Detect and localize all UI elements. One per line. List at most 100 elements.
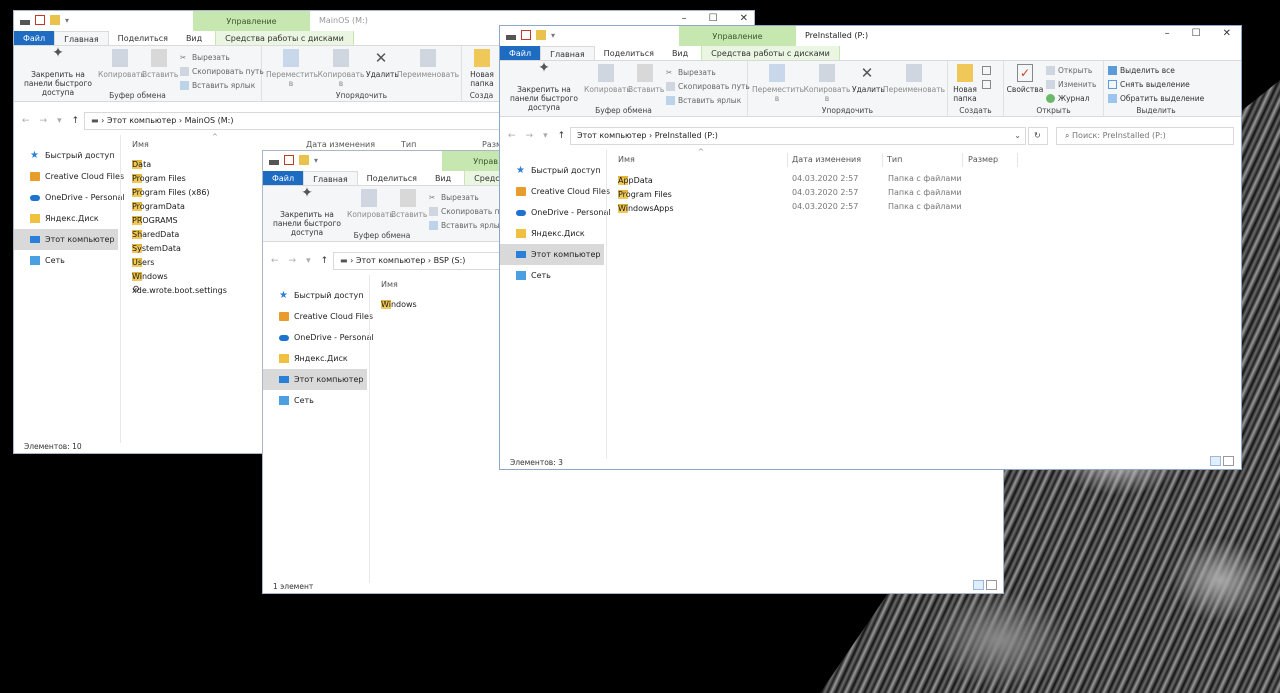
pane-divider[interactable] — [369, 275, 370, 583]
close-icon[interactable]: ✕ — [1223, 28, 1231, 39]
large-icons-view-icon[interactable] — [1223, 456, 1234, 466]
table-row[interactable]: Program Files 04.03.2020 2:57 Папка с фа… — [618, 186, 978, 200]
new-folder-button[interactable]: Новая папка — [950, 64, 980, 103]
nav-item-yandex-disk[interactable]: Яндекс.Диск — [14, 208, 118, 229]
delete-button[interactable]: ✕ Удалить — [366, 49, 399, 79]
pane-divider[interactable] — [606, 150, 607, 459]
new-folder-icon[interactable] — [299, 155, 309, 165]
copy-path-button[interactable]: Скопировать путь — [666, 82, 750, 91]
cut-button[interactable]: ✂ Вырезать — [666, 68, 716, 77]
column-name[interactable]: Имя — [381, 280, 398, 289]
nav-item-creative-cloud[interactable]: Creative Cloud Files — [500, 181, 610, 202]
back-icon[interactable]: ← — [271, 256, 279, 266]
minimize-icon[interactable]: – — [1165, 28, 1170, 39]
tab-file[interactable]: Файл — [14, 31, 55, 45]
column-date[interactable]: Дата изменения — [792, 155, 861, 164]
customize-qa-icon[interactable]: ▾ — [314, 156, 318, 165]
tab-file[interactable]: Файл — [263, 171, 304, 185]
select-none-button[interactable]: Снять выделение — [1108, 80, 1190, 89]
new-folder-icon[interactable] — [50, 15, 60, 25]
table-row[interactable]: WindowsApps 04.03.2020 2:57 Папка с файл… — [618, 200, 978, 214]
rename-button[interactable]: Переименовать — [882, 64, 946, 94]
tab-file[interactable]: Файл — [500, 46, 541, 60]
forward-icon[interactable]: → — [289, 256, 297, 266]
column-separator[interactable] — [962, 153, 963, 167]
drive-icon[interactable] — [506, 34, 516, 40]
tab-view[interactable]: Вид — [663, 46, 697, 60]
up-icon[interactable]: ↑ — [72, 116, 80, 126]
tab-home[interactable]: Главная — [540, 46, 595, 60]
properties-icon[interactable] — [284, 155, 294, 165]
pin-button[interactable]: ✦ Закрепить на панели быстрого доступа — [267, 186, 347, 237]
recent-icon[interactable]: ▾ — [57, 116, 62, 126]
refresh-button[interactable]: ↻ — [1028, 127, 1048, 145]
nav-item-network[interactable]: Сеть — [500, 265, 604, 286]
paste-button[interactable]: Вставить — [142, 49, 178, 79]
address-dropdown-icon[interactable]: ⌄ — [1014, 128, 1021, 144]
table-row[interactable]: AppData 04.03.2020 2:57 Папка с файлами — [618, 172, 978, 186]
move-to-button[interactable]: Переместить в — [266, 49, 318, 88]
customize-qa-icon[interactable]: ▾ — [65, 16, 69, 25]
customize-qa-icon[interactable]: ▾ — [551, 31, 555, 40]
close-icon[interactable]: ✕ — [740, 13, 748, 24]
copy-to-button[interactable]: Копировать в — [802, 64, 852, 103]
open-button[interactable]: Открыть — [1046, 66, 1092, 75]
column-separator[interactable] — [787, 153, 788, 167]
nav-item-onedrive[interactable]: OneDrive - Personal — [500, 202, 611, 223]
column-separator[interactable] — [882, 153, 883, 167]
tab-share[interactable]: Поделиться — [595, 46, 663, 60]
paste-button[interactable]: Вставить — [628, 64, 664, 94]
copy-to-button[interactable]: Копировать в — [316, 49, 366, 88]
nav-item-this-pc[interactable]: Этот компьютер — [14, 229, 118, 250]
column-name[interactable]: Имя — [132, 140, 149, 149]
column-separator[interactable] — [1017, 153, 1018, 167]
properties-button[interactable]: ✓ Свойства — [1006, 64, 1044, 94]
back-icon[interactable]: ← — [508, 131, 516, 141]
tab-share[interactable]: Поделиться — [109, 31, 177, 45]
nav-item-quick-access[interactable]: ★ Быстрый доступ — [500, 160, 604, 181]
paste-shortcut-button[interactable]: Вставить ярлык — [429, 221, 504, 230]
search-input[interactable]: ⌕ Поиск: PreInstalled (P:) — [1056, 127, 1234, 145]
tab-view[interactable]: Вид — [426, 171, 460, 185]
nav-item-this-pc[interactable]: Этот компьютер — [500, 244, 604, 265]
pin-button[interactable]: ✦ Закрепить на панели быстрого доступа — [504, 61, 584, 112]
nav-item-creative-cloud[interactable]: Creative Cloud Files — [14, 166, 124, 187]
up-icon[interactable]: ↑ — [558, 131, 566, 141]
up-icon[interactable]: ↑ — [321, 256, 329, 266]
nav-item-yandex-disk[interactable]: Яндекс.Диск — [263, 348, 367, 369]
new-folder-icon[interactable] — [536, 30, 546, 40]
copy-button[interactable]: Копировать — [347, 189, 394, 219]
back-icon[interactable]: ← — [22, 116, 30, 126]
address-bar[interactable]: Этот компьютер › PreInstalled (P:) ⌄ — [570, 127, 1026, 145]
paste-button[interactable]: Вставить — [391, 189, 427, 219]
tab-share[interactable]: Поделиться — [358, 171, 426, 185]
delete-button[interactable]: ✕ Удалить — [852, 64, 885, 94]
new-folder-button[interactable]: Новая папка — [464, 49, 500, 88]
tab-home[interactable]: Главная — [54, 31, 109, 45]
details-view-icon[interactable] — [973, 580, 984, 590]
minimize-icon[interactable]: – — [682, 13, 687, 24]
nav-item-quick-access[interactable]: ★ Быстрый доступ — [14, 145, 118, 166]
paste-shortcut-button[interactable]: Вставить ярлык — [666, 96, 741, 105]
nav-item-onedrive[interactable]: OneDrive - Personal — [263, 327, 374, 348]
large-icons-view-icon[interactable] — [986, 580, 997, 590]
cut-button[interactable]: ✂ Вырезать — [429, 193, 479, 202]
new-item-button[interactable] — [982, 66, 991, 75]
tab-disk-tools[interactable]: Средства работы с дисками — [701, 46, 840, 60]
paste-shortcut-button[interactable]: Вставить ярлык — [180, 81, 255, 90]
edit-button[interactable]: Изменить — [1046, 80, 1096, 89]
tab-disk-tools[interactable]: Средства работы с дисками — [215, 31, 354, 45]
column-size[interactable]: Размер — [968, 155, 998, 164]
breadcrumb-root[interactable]: Этот компьютер — [107, 116, 176, 125]
invert-selection-button[interactable]: Обратить выделение — [1108, 94, 1204, 103]
nav-item-quick-access[interactable]: ★ Быстрый доступ — [263, 285, 367, 306]
explorer-window-preinstalled[interactable]: ▾ Управление PreInstalled (P:) – ☐ ✕ Фай… — [499, 25, 1242, 470]
maximize-icon[interactable]: ☐ — [1192, 28, 1201, 39]
breadcrumb-drive[interactable]: BSP (S:) — [434, 256, 466, 265]
properties-icon[interactable] — [521, 30, 531, 40]
select-all-button[interactable]: Выделить все — [1108, 66, 1175, 75]
nav-item-network[interactable]: Сеть — [14, 250, 118, 271]
column-type[interactable]: Тип — [401, 140, 416, 149]
nav-item-onedrive[interactable]: OneDrive - Personal — [14, 187, 125, 208]
journal-button[interactable]: Журнал — [1046, 94, 1090, 103]
